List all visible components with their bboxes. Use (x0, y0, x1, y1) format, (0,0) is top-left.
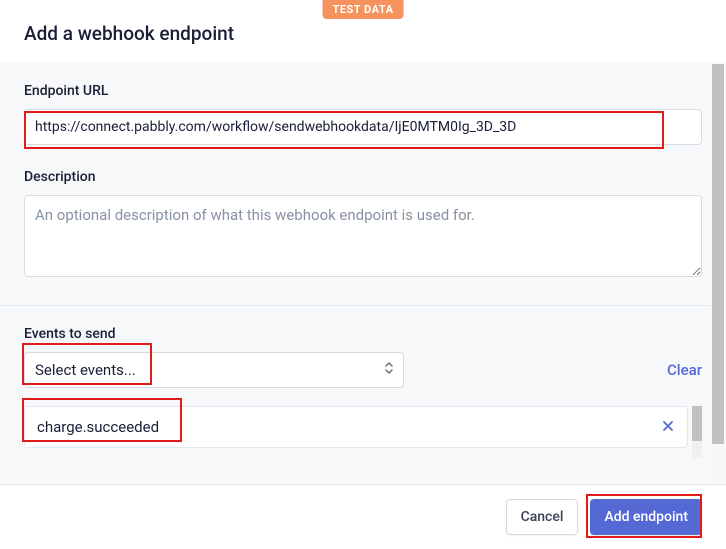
modal-footer: Cancel Add endpoint (0, 484, 726, 549)
events-label: Events to send (24, 326, 702, 342)
scrollbar-thumb[interactable] (692, 406, 702, 441)
events-top-row: Select events... Clear (24, 352, 702, 388)
events-select[interactable]: Select events... (24, 352, 404, 388)
modal-scrollbar[interactable] (710, 64, 726, 484)
endpoint-url-label: Endpoint URL (24, 83, 702, 99)
endpoint-url-input[interactable] (24, 109, 702, 145)
events-select-wrapper: Select events... (24, 352, 404, 388)
remove-event-button[interactable] (661, 419, 675, 436)
test-data-badge: TEST DATA (323, 0, 404, 19)
events-list: charge.succeeded (24, 406, 702, 458)
endpoint-url-group: Endpoint URL (24, 83, 702, 145)
modal-title: Add a webhook endpoint (24, 22, 702, 45)
cancel-button[interactable]: Cancel (506, 499, 579, 535)
webhook-modal: TEST DATA Add a webhook endpoint Endpoin… (0, 0, 726, 549)
add-endpoint-button[interactable]: Add endpoint (590, 499, 702, 535)
modal-body: Endpoint URL Description Events to send … (0, 63, 726, 484)
description-input[interactable] (24, 195, 702, 277)
events-select-placeholder: Select events... (35, 361, 136, 379)
event-name: charge.succeeded (37, 418, 159, 436)
description-group: Description (24, 169, 702, 281)
events-list-inner: charge.succeeded (24, 406, 688, 448)
close-icon (661, 419, 675, 436)
description-label: Description (24, 169, 702, 185)
events-scrollbar[interactable] (692, 406, 702, 458)
divider (0, 305, 726, 306)
list-item: charge.succeeded (24, 406, 688, 448)
events-group: Events to send Select events... Clear (24, 326, 702, 458)
clear-button[interactable]: Clear (667, 361, 702, 379)
scrollbar-thumb[interactable] (712, 64, 724, 444)
